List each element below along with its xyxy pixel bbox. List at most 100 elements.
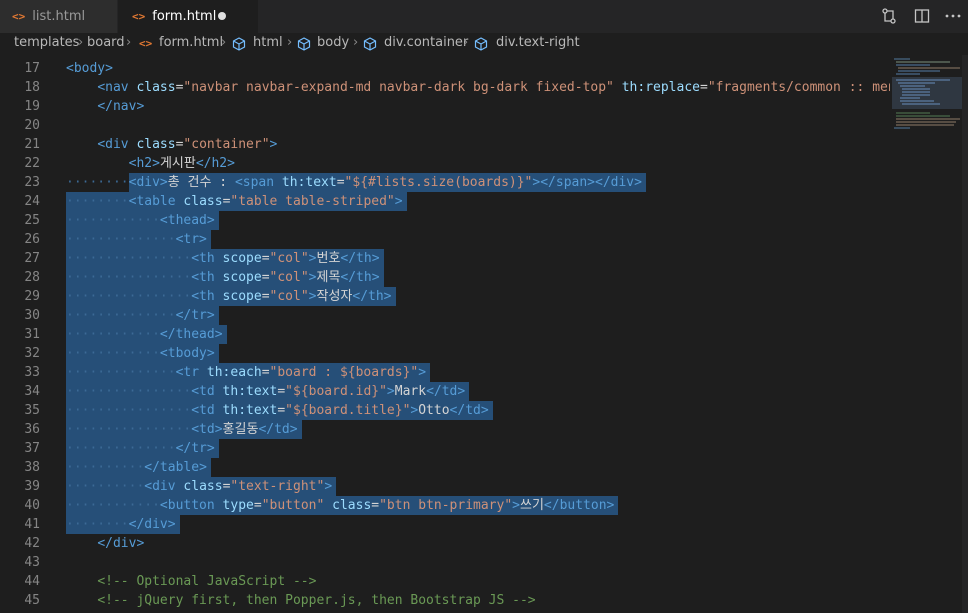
tab-label: form.html [152,9,217,24]
indent-whitespace: ·············· [66,308,176,323]
code-line[interactable]: 17 <body> [0,59,890,78]
code-token: <nav [97,80,129,95]
line-number: 43 [24,555,40,570]
code-token: = [700,80,708,95]
code-line[interactable]: 34 ················<td th:text="${board.i… [0,382,890,401]
code-text: ········</div> [66,515,176,534]
code-line[interactable]: 39 ··········<div class="text-right"> [0,477,890,496]
code-token: 게시판 [159,156,196,171]
more-icon[interactable] [944,7,962,25]
code-token: = [253,498,262,513]
vertical-scrollbar[interactable] [962,55,968,613]
line-number: 45 [24,593,40,608]
code-token: "fragments/common :: menu [707,80,904,95]
indent-whitespace: ········ [66,175,129,190]
breadcrumb-item[interactable]: html [253,35,283,50]
code-token: <thead> [159,213,215,228]
split-editor-icon[interactable] [913,7,931,25]
indent-whitespace: ············ [66,213,160,228]
symbol-element-icon [297,37,311,51]
symbol-element-icon [474,37,488,51]
code-line[interactable]: 29 ················<th scope="col">작성자</t… [0,287,890,306]
code-line[interactable]: 44 <!-- Optional JavaScript --> [0,572,890,591]
code-line[interactable]: 18 <nav class = "navbar navbar-expand-md n… [0,78,903,97]
line-number: 40 [24,498,40,513]
code-token: <h2> [128,156,160,171]
code-token: 홍길동 [222,422,259,437]
code-line[interactable]: 20 [0,116,890,135]
code-line[interactable]: 21 <div class="container"> [0,135,890,154]
line-number: 24 [24,194,40,209]
code-text: <nav class = "navbar navbar-expand-md navb… [66,78,904,97]
code-text: ············<button type="button" class=… [66,496,614,515]
code-line[interactable]: 45 <!-- jQuery first, then Popper.js, th… [0,591,890,610]
unsaved-dot-icon[interactable] [218,12,226,20]
code-token: > [324,479,333,494]
line-number: 25 [24,213,40,228]
code-token: = [277,403,286,418]
code-token: <th [191,270,215,285]
code-line[interactable]: 27 ················<th scope="col">번호</th… [0,249,890,268]
code-token: ></span></div> [532,175,642,190]
code-line[interactable]: 31 ············</thead> [0,325,890,344]
code-line[interactable]: 19 </nav> [0,97,890,116]
line-number: 38 [24,460,40,475]
code-line[interactable]: 43 [0,553,890,572]
breadcrumb-item[interactable]: div.text-right [496,35,580,50]
code-line[interactable]: 38 ··········</table> [0,458,890,477]
code-token: = [261,365,270,380]
indent-whitespace: ············ [66,498,160,513]
code-line[interactable]: 30 ··············</tr> [0,306,890,325]
code-text: ··········<div class="text-right"> [66,477,332,496]
breadcrumb-item[interactable]: board [87,35,125,50]
code-line[interactable]: 24 ········<table class="table table-stri… [0,192,890,211]
code-line[interactable]: 26 ··············<tr> [0,230,890,249]
code-text: ··············<tr th:each="board : ${boa… [66,363,426,382]
code-text: <!-- jQuery first, then Popper.js, then … [66,591,535,610]
minimap-viewport[interactable] [892,77,966,109]
code-line[interactable]: 32 ············<tbody> [0,344,890,363]
line-number: 22 [24,156,40,171]
tab-form-html[interactable]: <> form.html [118,0,258,33]
tab-list-html[interactable]: <> list.html [0,0,118,33]
chevron-right-icon: › [287,35,293,50]
source-control-icon[interactable] [880,7,898,25]
breadcrumb-item[interactable]: body [317,35,349,50]
code-text: ················<td th:text="${board.id}… [66,382,465,401]
code-line[interactable]: 22 <h2>게시판</h2> [0,154,890,173]
code-line[interactable]: 36 ················<td>홍길동</td> [0,420,890,439]
minimap[interactable] [890,55,968,613]
breadcrumb-item[interactable]: templates [14,35,79,50]
code-line[interactable]: 40 ············<button type="button" clas… [0,496,890,515]
code-line[interactable]: 35 ················<td th:text="${board.t… [0,401,890,420]
code-line[interactable]: 37 ··············</tr> [0,439,890,458]
breadcrumb-item[interactable]: div.container [384,35,468,50]
code-token: <td> [191,422,223,437]
indent-whitespace: ················ [66,403,192,418]
code-line[interactable]: 23 ········<div>총 건수 : <span th:text="${#… [0,173,890,192]
code-editor[interactable]: 17 <body> 18 <nav class="navbar navbar-exp… [0,55,903,613]
indent-whitespace: ········ [66,517,129,532]
code-token: </button> [543,498,615,513]
code-token: </thead> [159,327,223,342]
code-line[interactable]: 33 ··············<tr th:each="board : ${b… [0,363,890,382]
code-token: 총 건수 : [167,175,235,190]
code-line[interactable]: 28 ················<th scope="col">제목</th… [0,268,890,287]
breadcrumb-item[interactable]: form.html [159,35,223,50]
code-text: ················<td>홍길동</td> [66,420,298,439]
code-token: scope [222,289,262,304]
line-number: 19 [24,99,40,114]
code-line[interactable]: 41 ········</div> [0,515,890,534]
code-line[interactable]: 25 ············<thead> [0,211,890,230]
line-number: 21 [24,137,40,152]
code-token: "${board.title}" [285,403,411,418]
code-token: scope [222,270,262,285]
line-number: 23 [24,175,40,190]
code-text: <div class="container"> [66,135,277,154]
code-line[interactable]: 42 </div> [0,534,890,553]
code-token: type [222,498,254,513]
